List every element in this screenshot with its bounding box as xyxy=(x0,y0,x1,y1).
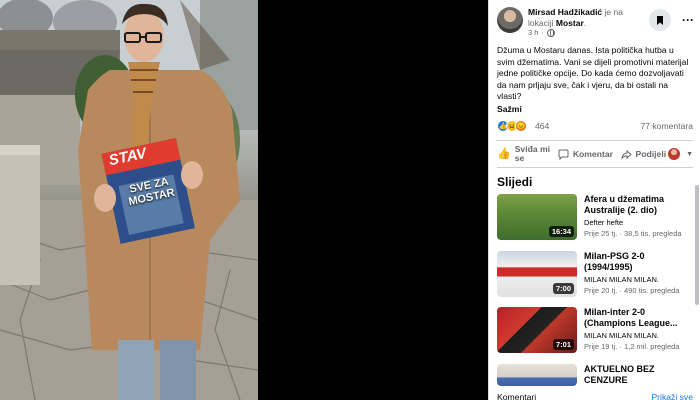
video-title[interactable]: Afera u džematima Australije (2. dio) xyxy=(584,194,694,216)
author-line: Mirsad Hadžikadić je na lokaciji Mostar. xyxy=(528,7,623,28)
post-meta: 3 h · xyxy=(528,28,555,37)
post-actions: 👍 Sviđa mi se Komentar Podijeli ▼ xyxy=(497,140,693,168)
video-item[interactable]: AKTUELNO BEZ CENZURE xyxy=(497,364,693,388)
reactions-bar: 👍 😆 😠 464 77 komentara xyxy=(497,119,693,133)
more-options-icon: ··· xyxy=(682,13,694,27)
profile-avatar-small xyxy=(668,148,681,160)
comment-button[interactable]: Komentar xyxy=(558,142,621,166)
see-less-link[interactable]: Sažmi xyxy=(497,104,522,114)
author-avatar[interactable] xyxy=(497,7,523,33)
video-item[interactable]: 16:34 Afera u džematima Australije (2. d… xyxy=(497,194,693,242)
scrollbar-thumb[interactable] xyxy=(695,185,699,305)
video-duration: 7:01 xyxy=(552,339,574,350)
post-side-panel: Mirsad Hadžikadić je na lokaciji Mostar.… xyxy=(488,0,700,400)
comment-label: Komentar xyxy=(572,149,613,159)
video-channel[interactable]: MILAN MILAN MILAN. xyxy=(584,275,659,284)
video-title[interactable]: Milan-PSG 2-0 (1994/1995) xyxy=(584,251,694,273)
share-icon xyxy=(620,149,632,160)
video-duration: 16:34 xyxy=(548,226,574,237)
video-thumbnail[interactable]: 7:01 xyxy=(497,307,577,353)
video-thumbnail[interactable]: 7:00 xyxy=(497,251,577,297)
bookmark-icon xyxy=(657,15,663,25)
globe-icon xyxy=(546,28,555,37)
video-channel[interactable]: Defter hefte xyxy=(584,218,623,227)
save-post-button[interactable] xyxy=(649,9,671,31)
follow-section-title: Slijedi xyxy=(497,175,533,189)
video-item[interactable]: 7:00 Milan-PSG 2-0 (1994/1995) MILAN MIL… xyxy=(497,251,693,299)
post-header: Mirsad Hadžikadić je na lokaciji Mostar.… xyxy=(497,6,694,38)
panel-scrollbar[interactable] xyxy=(695,0,699,400)
video-channel[interactable]: MILAN MILAN MILAN. xyxy=(584,331,659,340)
show-all-comments-link[interactable]: Prikaži sve xyxy=(651,392,693,400)
like-button[interactable]: 👍 Sviđa mi se xyxy=(497,142,558,166)
share-label: Podijeli xyxy=(635,149,667,159)
comment-count[interactable]: 77 komentara xyxy=(640,121,693,131)
angry-reaction-icon: 😠 xyxy=(515,120,527,132)
photo-viewer: STAV SVE ZA MOSTAR xyxy=(0,0,488,400)
reaction-icons[interactable]: 👍 😆 😠 xyxy=(497,120,527,132)
video-title[interactable]: AKTUELNO BEZ CENZURE xyxy=(584,364,694,386)
like-label: Sviđa mi se xyxy=(514,144,551,163)
video-meta: Prije 25 tj. · 38,5 tis. pregleda xyxy=(584,229,682,238)
post-time[interactable]: 3 h xyxy=(528,28,538,37)
react-as-selector[interactable]: ▼ xyxy=(668,142,693,166)
video-meta: Prije 19 tj. · 1,2 mil. pregleda xyxy=(584,342,680,351)
video-title[interactable]: Milan-inter 2-0 (Champions League... xyxy=(584,307,694,329)
thumbs-up-icon: 👍 xyxy=(497,147,511,160)
post-text: Džuma u Mostaru danas. Ista politička hu… xyxy=(497,45,689,102)
reaction-count[interactable]: 464 xyxy=(535,121,549,131)
location-link[interactable]: Mostar xyxy=(556,18,584,28)
video-thumbnail[interactable] xyxy=(497,364,577,386)
author-name[interactable]: Mirsad Hadžikadić xyxy=(528,7,602,17)
post-photo[interactable]: STAV SVE ZA MOSTAR xyxy=(0,0,258,400)
comments-label: Komentari xyxy=(497,392,537,400)
video-item[interactable]: 7:01 Milan-inter 2-0 (Champions League..… xyxy=(497,307,693,355)
video-duration: 7:00 xyxy=(552,283,574,294)
video-thumbnail[interactable]: 16:34 xyxy=(497,194,577,240)
share-button[interactable]: Podijeli xyxy=(620,142,669,166)
video-meta: Prije 20 tj. · 490 tis. pregleda xyxy=(584,286,680,295)
comment-icon xyxy=(558,149,569,160)
chevron-down-icon: ▼ xyxy=(686,150,693,158)
